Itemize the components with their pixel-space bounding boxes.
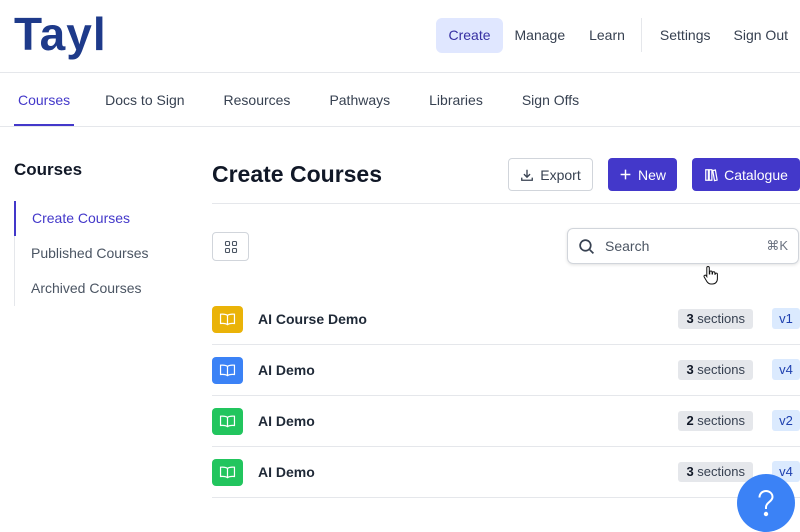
grid-icon: [224, 240, 237, 253]
version-badge: v4: [772, 359, 800, 380]
sections-word: sections: [697, 464, 745, 479]
search-input[interactable]: Search ⌘K: [567, 228, 799, 264]
sidebar-item-create-courses[interactable]: Create Courses: [14, 201, 184, 236]
sidebar: Courses Create Courses Published Courses…: [14, 160, 184, 306]
sections-count: 3: [686, 362, 694, 377]
sections-word: sections: [697, 413, 745, 428]
course-list: AI Course Demo 3 sections v1 AI Demo 3 s…: [212, 294, 800, 498]
course-name: AI Demo: [258, 464, 315, 480]
search-placeholder: Search: [605, 238, 650, 254]
nav-manage[interactable]: Manage: [503, 18, 578, 53]
book-icon: [212, 357, 243, 384]
list-item[interactable]: AI Course Demo 3 sections v1: [212, 294, 800, 345]
nav-create[interactable]: Create: [436, 17, 503, 53]
nav-sign-out[interactable]: Sign Out: [724, 18, 800, 53]
sidebar-title: Courses: [14, 160, 83, 179]
search-shortcut: ⌘K: [766, 238, 788, 253]
sections-badge: 2 sections: [678, 411, 753, 431]
catalogue-label: Catalogue: [724, 166, 788, 183]
divider: [212, 203, 800, 204]
list-item[interactable]: AI Demo 2 sections v2: [212, 396, 800, 447]
help-button[interactable]: [737, 474, 795, 532]
book-icon: [212, 408, 243, 435]
new-button[interactable]: New: [608, 158, 677, 191]
top-nav: Create Manage Learn Settings Sign Out: [436, 17, 800, 53]
sections-word: sections: [697, 311, 745, 326]
list-item[interactable]: AI Demo 3 sections v4: [212, 345, 800, 396]
logo-text: Tayl: [14, 8, 107, 60]
list-item[interactable]: AI Demo 3 sections v4: [212, 447, 800, 498]
course-name: AI Demo: [258, 413, 315, 429]
sections-count: 3: [686, 464, 694, 479]
grid-view-button[interactable]: [212, 232, 249, 261]
sections-badge: 3 sections: [678, 309, 753, 329]
version-badge: v2: [772, 410, 800, 431]
page-title: Create Courses: [212, 161, 383, 187]
nav-settings[interactable]: Settings: [646, 18, 724, 53]
tab-pathways[interactable]: Pathways: [329, 74, 390, 126]
download-icon: [521, 169, 534, 181]
sections-word: sections: [697, 362, 745, 377]
export-label: Export: [540, 166, 581, 183]
nav-learn[interactable]: Learn: [577, 18, 637, 53]
course-name: AI Course Demo: [258, 311, 367, 327]
book-icon: [212, 306, 243, 333]
question-icon: [758, 489, 774, 517]
plus-icon: [620, 169, 631, 180]
sections-count: 2: [686, 413, 694, 428]
book-icon: [212, 459, 243, 486]
sidebar-item-archived-courses[interactable]: Archived Courses: [15, 271, 184, 306]
sections-count: 3: [686, 311, 694, 326]
tab-libraries[interactable]: Libraries: [429, 74, 483, 126]
search-icon: [579, 238, 595, 254]
hand-cursor-icon: [703, 265, 718, 285]
new-label: New: [637, 166, 666, 183]
sub-nav: Courses Docs to Sign Resources Pathways …: [0, 74, 800, 127]
logo[interactable]: Tayl: [14, 9, 114, 59]
sidebar-list: Create Courses Published Courses Archive…: [14, 201, 184, 306]
tab-resources[interactable]: Resources: [224, 74, 291, 126]
version-badge: v1: [772, 308, 800, 329]
sections-badge: 3 sections: [678, 360, 753, 380]
sidebar-item-published-courses[interactable]: Published Courses: [15, 236, 184, 271]
tab-sign-offs[interactable]: Sign Offs: [522, 74, 579, 126]
export-button[interactable]: Export: [508, 158, 593, 191]
tab-docs-to-sign[interactable]: Docs to Sign: [105, 74, 184, 126]
books-icon: [705, 168, 718, 181]
catalogue-button[interactable]: Catalogue: [692, 158, 800, 191]
top-bar: Tayl Create Manage Learn Settings Sign O…: [0, 0, 800, 73]
sections-badge: 3 sections: [678, 462, 753, 482]
tab-courses[interactable]: Courses: [13, 74, 75, 126]
course-name: AI Demo: [258, 362, 315, 378]
nav-divider: [640, 18, 642, 52]
